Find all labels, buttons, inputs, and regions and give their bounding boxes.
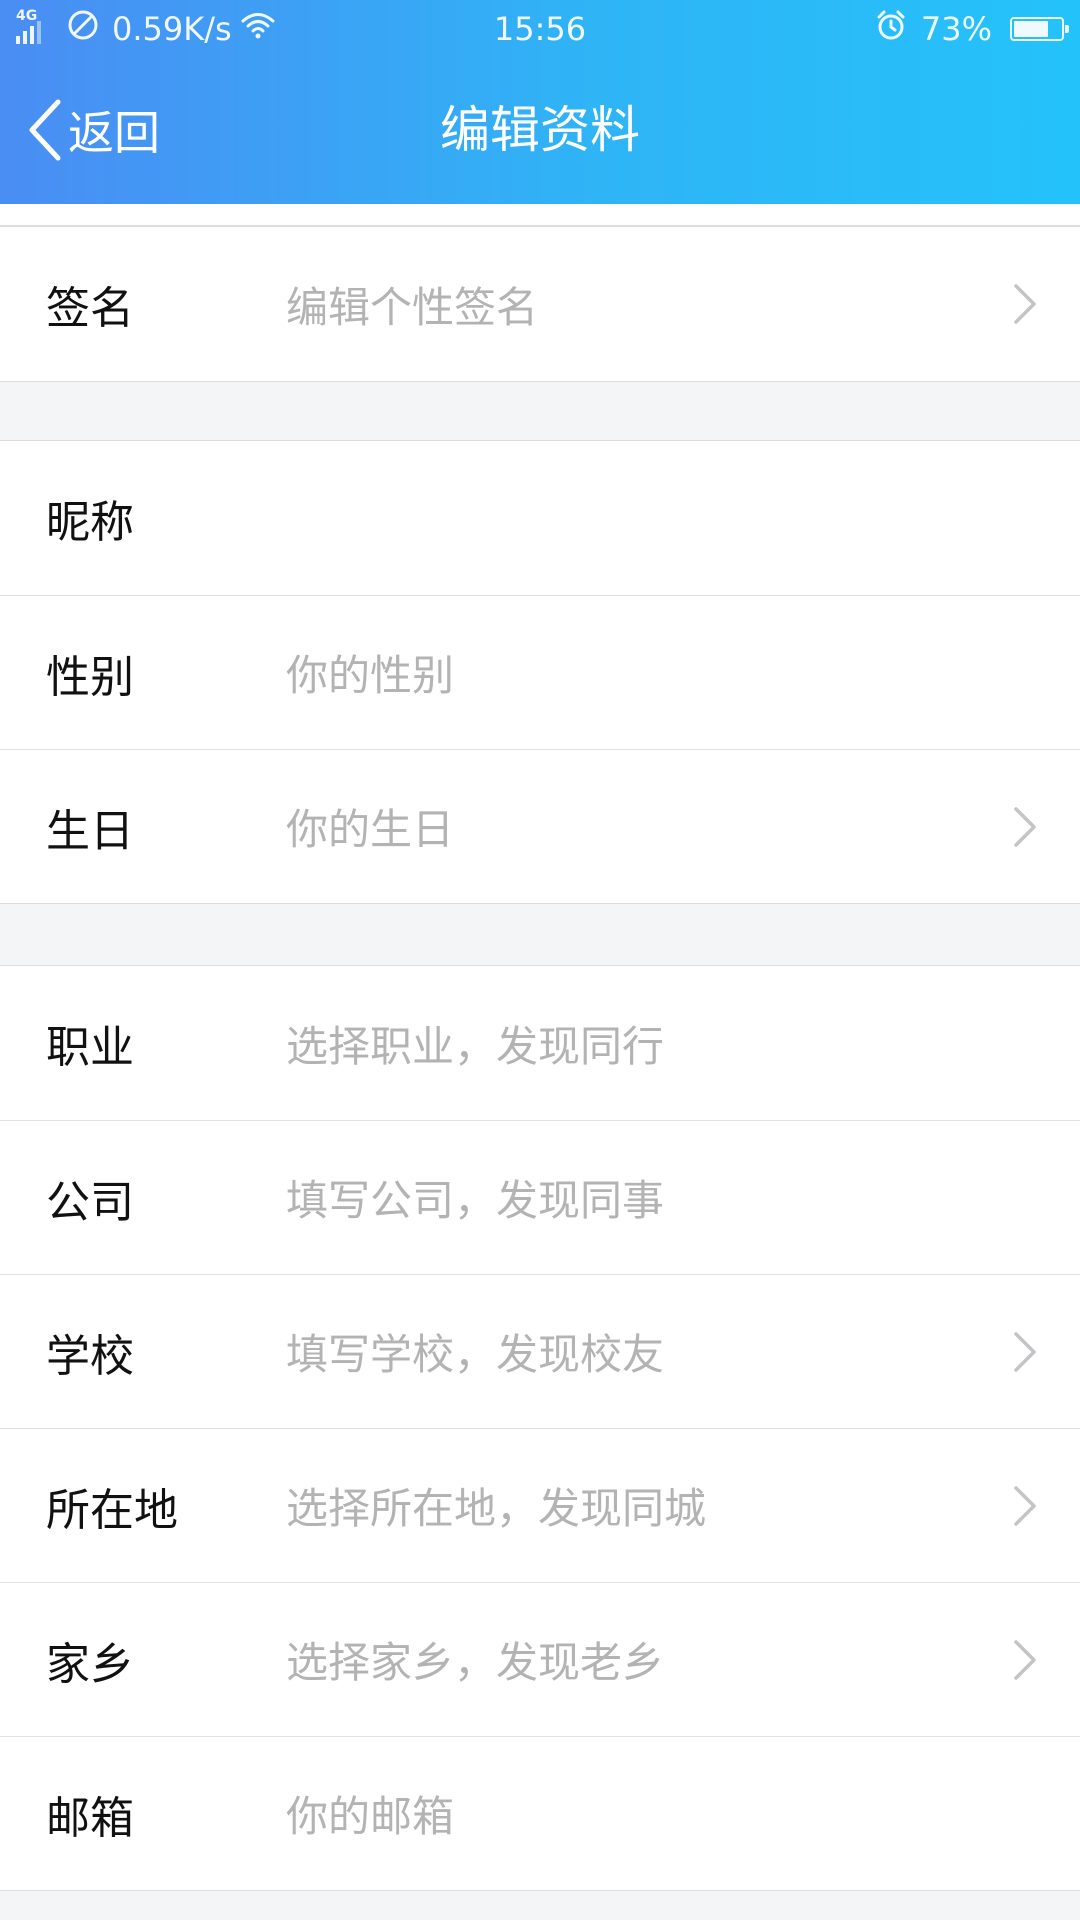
chevron-right-icon	[1014, 806, 1036, 847]
settings-group-details: 职业 选择职业，发现同行 公司 填写公司，发现同事 学校 填写学校，发现校友 所…	[0, 965, 1080, 1891]
alarm-icon	[875, 9, 907, 49]
birthday-field: 你的生日	[286, 805, 455, 854]
occupation-field: 选择职业，发现同行	[286, 1021, 665, 1071]
settings-group-signature: 签名 编辑个性签名	[0, 226, 1080, 382]
chevron-left-icon	[29, 99, 61, 161]
status-bar: 4G 0.59K/s 15:56 73%	[0, 0, 1080, 58]
school-field: 填写学校，发现校友	[286, 1330, 665, 1379]
row-label: 签名	[46, 283, 134, 334]
row-label: 学校	[46, 1330, 134, 1382]
back-label: 返回	[68, 106, 160, 160]
gender-field: 你的性别	[286, 651, 455, 700]
row-company[interactable]: 公司 填写公司，发现同事	[0, 1120, 1080, 1274]
company-field: 填写公司，发现同事	[286, 1176, 665, 1225]
row-label: 职业	[46, 1022, 134, 1073]
row-label: 家乡	[46, 1638, 134, 1690]
previous-row-remnant	[0, 204, 1080, 226]
status-bar-right: 73%	[875, 8, 1069, 50]
chevron-right-icon	[1014, 1639, 1036, 1680]
row-label: 生日	[46, 805, 134, 857]
chevron-right-icon	[1014, 1485, 1036, 1526]
battery-icon	[1010, 17, 1069, 41]
row-email[interactable]: 邮箱 你的邮箱	[0, 1736, 1080, 1890]
row-signature[interactable]: 签名 编辑个性签名	[0, 227, 1080, 381]
row-occupation[interactable]: 职业 选择职业，发现同行	[0, 966, 1080, 1120]
row-birthday[interactable]: 生日 你的生日	[0, 749, 1080, 903]
chevron-right-icon	[1014, 284, 1036, 324]
signature-field: 编辑个性签名	[286, 282, 539, 332]
page-title: 编辑资料	[440, 101, 640, 159]
chevron-right-icon	[1014, 1331, 1036, 1372]
row-location[interactable]: 所在地 选择所在地，发现同城	[0, 1428, 1080, 1582]
row-gender[interactable]: 性别 你的性别	[0, 595, 1080, 749]
row-label: 公司	[46, 1176, 134, 1228]
row-label: 性别	[46, 651, 134, 703]
header: 4G 0.59K/s 15:56 73% 返回 编辑资料	[0, 0, 1080, 204]
battery-level	[1014, 21, 1048, 37]
row-nickname[interactable]: 昵称	[0, 441, 1080, 595]
back-button[interactable]: 返回	[24, 92, 160, 168]
row-label: 昵称	[46, 497, 134, 548]
row-school[interactable]: 学校 填写学校，发现校友	[0, 1274, 1080, 1428]
settings-group-basic: 昵称 性别 你的性别 生日 你的生日	[0, 440, 1080, 904]
battery-percent: 73%	[920, 10, 992, 48]
row-label: 所在地	[46, 1484, 178, 1536]
location-field: 选择所在地，发现同城	[286, 1484, 707, 1533]
row-hometown[interactable]: 家乡 选择家乡，发现老乡	[0, 1582, 1080, 1736]
email-field: 你的邮箱	[286, 1792, 455, 1841]
hometown-field: 选择家乡，发现老乡	[286, 1638, 665, 1687]
row-label: 邮箱	[46, 1792, 134, 1844]
